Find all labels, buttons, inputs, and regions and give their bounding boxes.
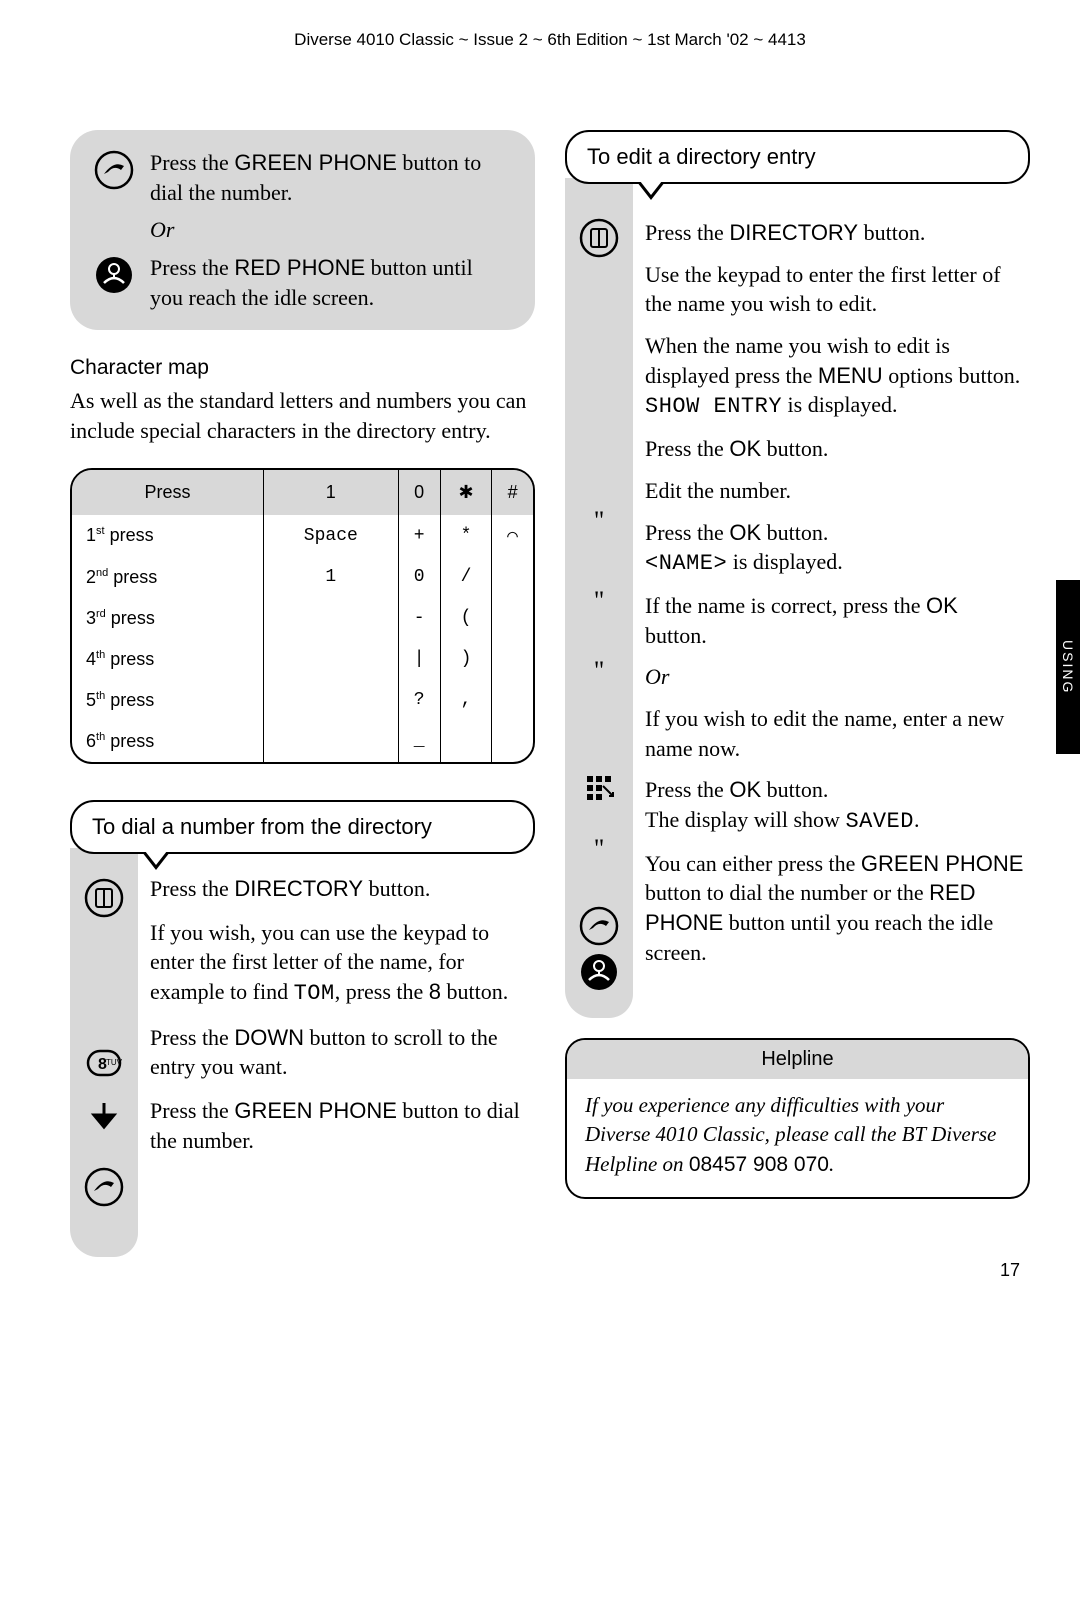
character-map-heading: Character map xyxy=(70,356,535,380)
page-number: 17 xyxy=(1000,1260,1020,1281)
ok-marker-icon: " xyxy=(594,836,605,906)
character-map-table: Press10✱# 1st pressSpace+*⌒2nd press10/3… xyxy=(70,468,535,764)
helpline-title: Helpline xyxy=(567,1040,1028,1079)
edit-directory-heading: To edit a directory entry xyxy=(565,130,1030,184)
helpline-body: If you experience any difficulties with … xyxy=(567,1079,1028,1197)
edit-step-10: You can either press the GREEN PHONE but… xyxy=(645,849,1024,968)
table-row: 3rd press-( xyxy=(72,598,533,639)
edit-step-2: Use the keypad to enter the first letter… xyxy=(645,260,1024,319)
dial-steps-block: Press the DIRECTORY button. If you wish,… xyxy=(70,854,535,1257)
edit-step-1: Press the DIRECTORY button. xyxy=(645,218,1024,248)
dial-or-cancel-block: Press the GREEN PHONE button to dial the… xyxy=(70,130,535,330)
table-header: 1 xyxy=(264,470,398,515)
edit-step-6: Press the OK button. <NAME> is displayed… xyxy=(645,518,1024,579)
directory-icon xyxy=(579,218,619,280)
red-phone-icon xyxy=(90,253,138,295)
keypad-icon xyxy=(579,768,619,836)
edit-steps-block: " " " " Press the DIRECTORY button. Use … xyxy=(565,184,1030,1018)
green-phone-text: Press the GREEN PHONE button to dial the… xyxy=(150,148,507,207)
key-8-icon xyxy=(84,938,124,1097)
table-row: 2nd press10/ xyxy=(72,557,533,598)
section-tab-using: USING xyxy=(1056,580,1080,754)
directory-icon xyxy=(84,878,124,938)
table-row: 5th press?, xyxy=(72,680,533,721)
left-column: Press the GREEN PHONE button to dial the… xyxy=(70,130,535,1257)
edit-step-5: Edit the number. xyxy=(645,476,1024,506)
dial-step-4: Press the GREEN PHONE button to dial the… xyxy=(150,1096,529,1155)
dial-step-2: If you wish, you can use the keypad to e… xyxy=(150,918,529,1009)
edit-step-4: Press the OK button. xyxy=(645,434,1024,464)
green-phone-icon xyxy=(84,1167,124,1237)
table-header: 0 xyxy=(398,470,440,515)
document-header: Diverse 4010 Classic ~ Issue 2 ~ 6th Edi… xyxy=(70,30,1030,50)
edit-step-3: When the name you wish to edit is displa… xyxy=(645,331,1024,422)
ok-marker-icon: " xyxy=(594,588,605,658)
green-phone-icon xyxy=(90,148,138,190)
table-header: ✱ xyxy=(440,470,491,515)
ok-marker-icon: " xyxy=(594,508,605,550)
table-header: Press xyxy=(72,470,264,515)
character-map-intro: As well as the standard letters and numb… xyxy=(70,386,535,445)
dial-step-1: Press the DIRECTORY button. xyxy=(150,874,529,904)
helpline-box: Helpline If you experience any difficult… xyxy=(565,1038,1030,1199)
or-label: Or xyxy=(645,662,1024,692)
dial-from-directory-heading: To dial a number from the directory xyxy=(70,800,535,854)
or-label: Or xyxy=(150,215,507,245)
dial-step-3: Press the DOWN button to scroll to the e… xyxy=(150,1023,529,1082)
table-row: 1st pressSpace+*⌒ xyxy=(72,515,533,557)
ok-marker-icon: " xyxy=(594,658,605,728)
edit-step-8: If you wish to edit the name, enter a ne… xyxy=(645,704,1024,763)
green-phone-icon xyxy=(579,906,619,952)
edit-step-7: If the name is correct, press the OK but… xyxy=(645,591,1024,650)
table-header: # xyxy=(492,470,533,515)
table-row: 6th press_ xyxy=(72,721,533,762)
edit-step-9: Press the OK button. The display will sh… xyxy=(645,775,1024,836)
down-arrow-icon xyxy=(84,1097,124,1167)
red-phone-icon xyxy=(579,952,619,998)
table-row: 4th press|) xyxy=(72,639,533,680)
right-column: To edit a directory entry " " " " xyxy=(565,130,1030,1257)
red-phone-text: Press the RED PHONE button until you rea… xyxy=(150,253,507,312)
